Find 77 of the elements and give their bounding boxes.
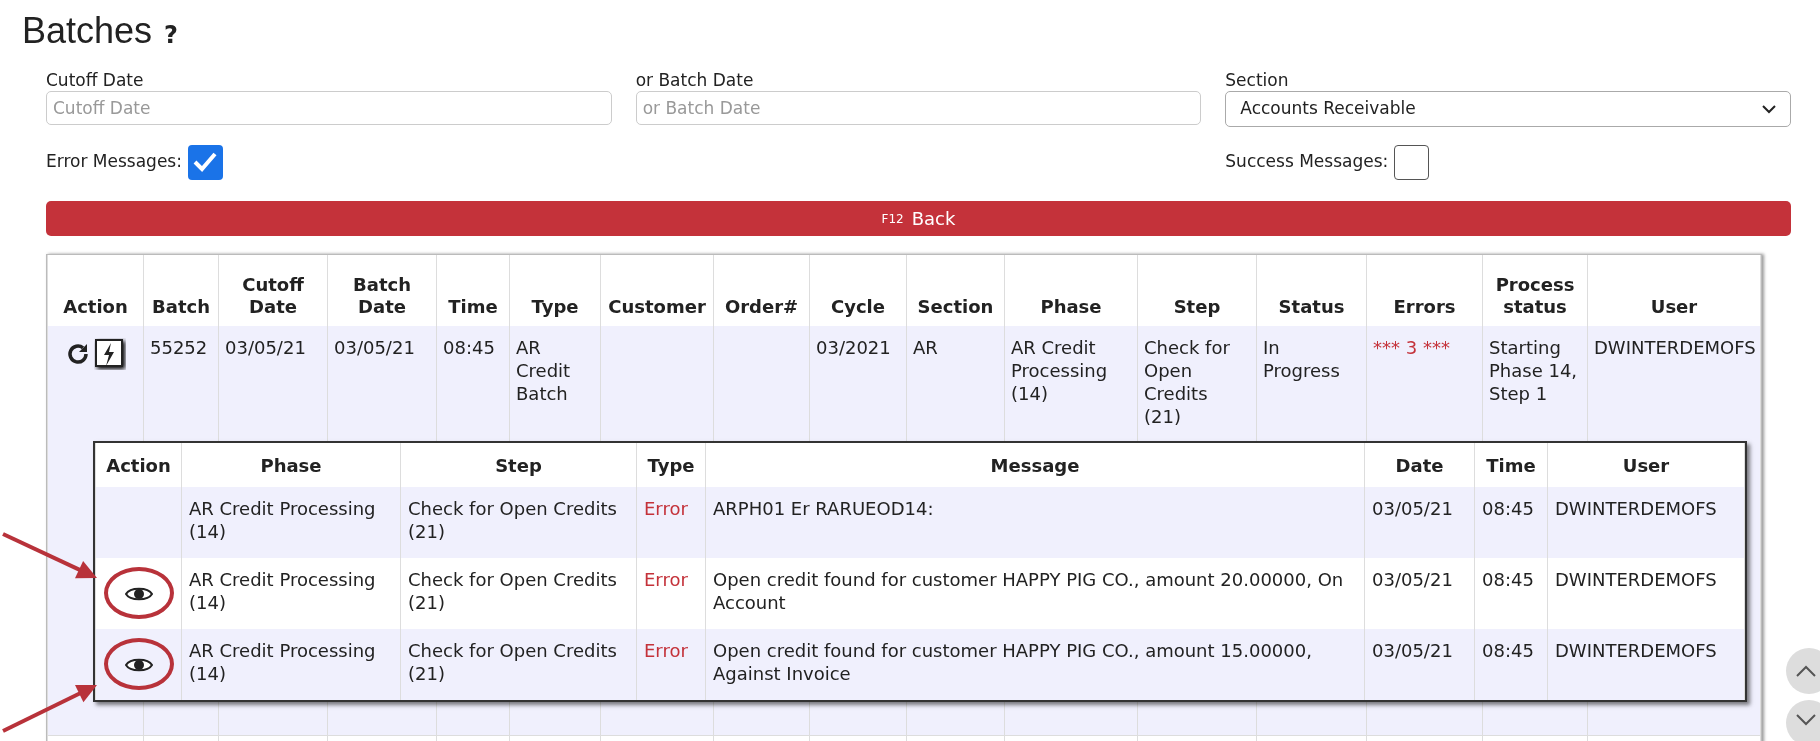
scroll-up-button[interactable] bbox=[1786, 648, 1820, 694]
table-cell: Check for Open Credits (21) bbox=[1144, 337, 1230, 427]
column-header: Batch bbox=[152, 296, 210, 317]
table-cell: 03/05/21 bbox=[1372, 498, 1453, 519]
lightning-button[interactable] bbox=[93, 338, 126, 370]
chevron-up-icon bbox=[1796, 665, 1816, 677]
chevron-down-icon bbox=[1796, 714, 1816, 726]
column-header: Phase bbox=[260, 454, 322, 476]
success-messages-checkbox[interactable] bbox=[1394, 144, 1430, 180]
column-header: Time bbox=[1486, 454, 1536, 476]
table-cell: 03/05/21 bbox=[1372, 569, 1453, 590]
chevron-down-icon bbox=[1762, 104, 1776, 114]
column-header: Time bbox=[448, 296, 498, 317]
table-cell: AR Credit Processing (14) bbox=[189, 569, 376, 613]
table-cell: ARPH01 Er RARUEOD14: bbox=[713, 498, 934, 519]
table-cell: DWINTERDEMOFS bbox=[1555, 569, 1717, 590]
column-header: Customer bbox=[608, 296, 706, 317]
cutoff-date-field[interactable]: Cutoff Date bbox=[46, 91, 612, 125]
batch-date-field[interactable]: or Batch Date bbox=[635, 91, 1202, 125]
column-header: Step bbox=[1173, 296, 1221, 317]
column-header: User bbox=[1650, 296, 1698, 317]
column-header: Message bbox=[990, 454, 1080, 476]
table-cell: AR Credit Processing (14) bbox=[189, 498, 376, 542]
field-label: Section bbox=[1225, 69, 1290, 91]
column-header: User bbox=[1622, 454, 1670, 476]
table-cell: Starting Phase 14, Step 1 bbox=[1489, 337, 1578, 404]
column-header: Action bbox=[63, 296, 128, 317]
table-cell: Open credit found for customer HAPPY PIG CO., amount 15.00000, Against Invoice bbox=[713, 640, 1312, 684]
table-cell: DWINTERDEMOFS bbox=[1555, 640, 1717, 661]
field-label: or Batch Date bbox=[635, 69, 755, 91]
table-cell: Error bbox=[644, 569, 688, 590]
table-cell: 03/05/21 bbox=[225, 337, 306, 358]
column-header: Cutoff Date bbox=[242, 274, 304, 317]
column-header: Cycle bbox=[831, 296, 885, 317]
table-cell: AR Credit Processing (14) bbox=[189, 640, 376, 684]
error-messages-checkbox[interactable] bbox=[187, 144, 223, 180]
column-header: Phase bbox=[1040, 296, 1102, 317]
table-cell: DWINTERDEMOFS bbox=[1594, 337, 1756, 358]
column-header: Type bbox=[647, 454, 695, 476]
refresh-icon[interactable] bbox=[65, 342, 90, 366]
column-header: Type bbox=[531, 296, 579, 317]
table-cell: 55252 bbox=[150, 337, 208, 358]
table-cell: Check for Open Credits (21) bbox=[408, 569, 617, 613]
table-cell: In Progress bbox=[1263, 337, 1340, 381]
checkbox-label: Success Messages: bbox=[1225, 150, 1389, 174]
table-cell: Check for Open Credits (21) bbox=[408, 640, 617, 684]
column-header: Step bbox=[495, 454, 542, 476]
column-header: Order# bbox=[724, 296, 799, 317]
help-icon[interactable]: ? bbox=[164, 17, 178, 53]
column-header: Action bbox=[106, 454, 171, 476]
column-header: Errors bbox=[1393, 296, 1456, 317]
field-label: Cutoff Date bbox=[46, 69, 145, 91]
column-header: Date bbox=[1395, 454, 1444, 476]
table-cell: Check for Open Credits (21) bbox=[408, 498, 617, 542]
checkbox-label: Error Messages: bbox=[46, 150, 182, 174]
table-cell: AR Credit Batch bbox=[516, 337, 571, 404]
table-cell: *** 3 *** bbox=[1373, 337, 1450, 358]
table-cell: 08:45 bbox=[1482, 569, 1534, 590]
table-cell: 03/2021 bbox=[816, 337, 891, 358]
column-header: Process status bbox=[1495, 274, 1575, 317]
table-cell: 08:45 bbox=[443, 337, 495, 358]
table-cell: 03/05/21 bbox=[1372, 640, 1453, 661]
table-cell: Error bbox=[644, 498, 688, 519]
table-cell: Open credit found for customer HAPPY PIG CO., amount 20.00000, On Account bbox=[713, 569, 1344, 613]
table-cell: 03/05/21 bbox=[334, 337, 415, 358]
table-cell: 08:45 bbox=[1482, 498, 1534, 519]
section-dropdown[interactable]: Accounts Receivable bbox=[1225, 91, 1791, 127]
column-header: Batch Date bbox=[353, 274, 411, 317]
table-cell: 08:45 bbox=[1482, 640, 1534, 661]
back-button[interactable]: F12 Back bbox=[46, 201, 1791, 236]
page-title: Batches bbox=[22, 9, 153, 53]
column-header: Status bbox=[1278, 296, 1345, 317]
table-cell: AR bbox=[913, 337, 938, 358]
table-cell: DWINTERDEMOFS bbox=[1555, 498, 1717, 519]
table-cell: AR Credit Processing (14) bbox=[1011, 337, 1108, 404]
table-cell: Error bbox=[644, 640, 688, 661]
column-header: Section bbox=[917, 296, 994, 317]
